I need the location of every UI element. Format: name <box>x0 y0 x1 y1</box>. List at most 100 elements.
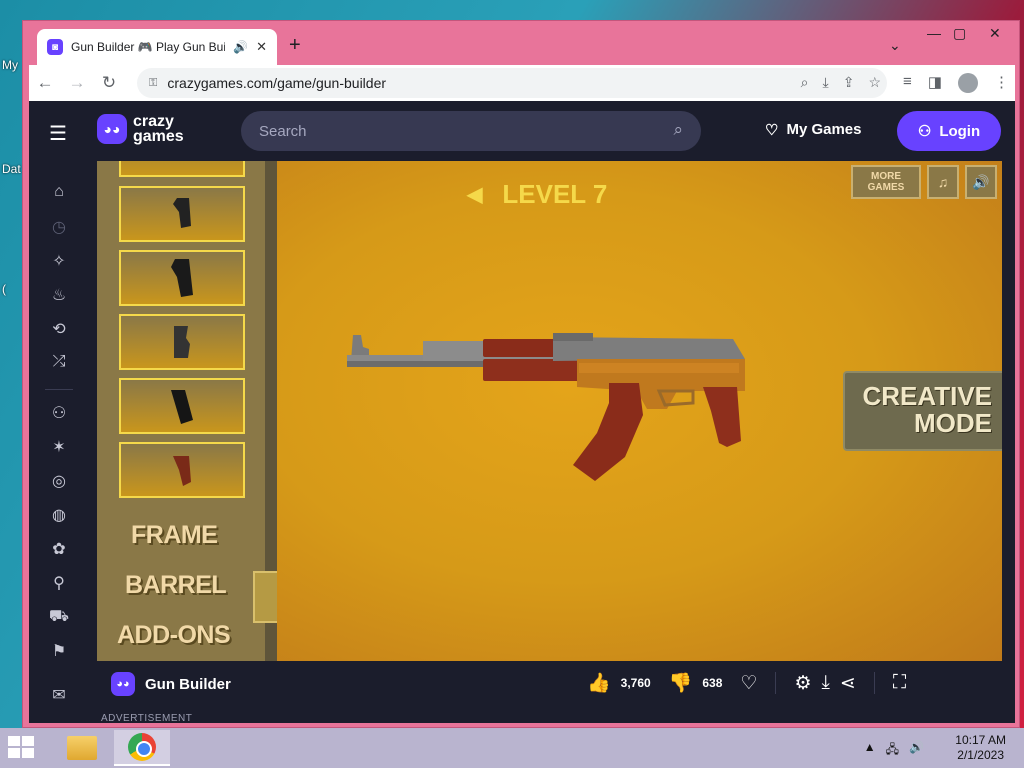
new-games-icon[interactable]: ✧ <box>47 251 71 275</box>
tray-overflow-icon[interactable]: ▲ <box>864 740 876 761</box>
updated-icon[interactable]: ⟲ <box>47 319 71 343</box>
address-bar[interactable]: ⚿ crazygames.com/game/gun-builder ⌕ ⤓ ⇪ … <box>137 68 887 98</box>
footer-divider <box>775 672 777 694</box>
clock-date: 2/1/2023 <box>957 748 1004 762</box>
back-icon[interactable]: ← <box>29 73 61 93</box>
search-icon[interactable]: ⌕ <box>673 120 683 140</box>
login-button[interactable]: ⚇ Login <box>897 111 1001 151</box>
part-slot[interactable] <box>119 186 245 242</box>
profile-avatar-icon[interactable] <box>958 73 978 93</box>
close-window-icon[interactable]: ✕ <box>989 25 1001 42</box>
random-shuffle-icon[interactable]: ⤮ <box>47 353 71 377</box>
crazygames-logo-icon: ◕◕ <box>97 114 127 144</box>
adventure-compass-icon[interactable]: ◎ <box>47 471 71 495</box>
thumbs-up-icon[interactable]: 👍 <box>587 671 611 695</box>
desktop-icon-label[interactable]: My <box>2 58 18 72</box>
volume-icon[interactable]: 🔊 <box>909 740 924 761</box>
browser-tab[interactable]: ◙ Gun Builder 🎮 Play Gun Builder 🔊 ✕ <box>37 29 277 65</box>
favorite-heart-icon[interactable]: ♡ <box>740 672 757 695</box>
bookmark-star-icon[interactable]: ☆ <box>868 74 881 91</box>
category-add-ons[interactable]: ADD-ONS <box>117 621 231 650</box>
speaker-icon[interactable]: 🔊 <box>233 40 248 54</box>
crazygames-favicon-icon: ◙ <box>47 39 63 55</box>
sound-toggle-icon[interactable]: 🔊 <box>965 165 997 199</box>
system-tray: ▲ 🖧 🔊 <box>864 740 924 761</box>
grip-part-icon <box>162 161 202 164</box>
controller-icon[interactable]: ⚑ <box>47 641 71 665</box>
site-info-icon[interactable]: ⚿ <box>149 77 157 90</box>
category-frame[interactable]: FRAME <box>131 521 218 550</box>
logo-text-line1: crazy <box>133 113 174 130</box>
part-slot[interactable] <box>119 442 245 498</box>
crazygames-logo[interactable]: ◕◕ crazy games <box>97 113 184 145</box>
sidebar-divider <box>45 389 73 390</box>
download-icon[interactable]: ⤓ <box>822 672 830 694</box>
chrome-icon[interactable] <box>114 730 170 766</box>
zoom-search-icon[interactable]: ⌕ <box>801 74 809 91</box>
new-tab-icon[interactable]: + <box>289 34 301 57</box>
maximize-icon[interactable]: ▢ <box>953 25 966 42</box>
home-icon[interactable]: ⌂ <box>47 183 71 207</box>
contact-mail-icon[interactable]: ✉ <box>47 685 71 709</box>
creative-mode-line2: MODE <box>914 408 992 438</box>
media-controls-icon[interactable]: ≡ <box>903 73 912 93</box>
recent-icon[interactable]: ◷ <box>47 217 71 241</box>
menu-kebab-icon[interactable]: ⋮ <box>994 73 1009 93</box>
forward-icon[interactable]: → <box>61 73 93 93</box>
url-text: crazygames.com/game/gun-builder <box>167 75 387 91</box>
parts-panel: FRAME BARREL ADD-ONS <box>97 161 285 661</box>
tab-title: Gun Builder 🎮 Play Gun Builder <box>71 40 226 54</box>
previous-level-arrow-icon[interactable]: ◀ <box>467 182 482 207</box>
build-stage[interactable]: ◀ LEVEL 7 MORE GAMES ♫ 🔊 CREATIVE MODE <box>277 161 1002 661</box>
windows-start-icon[interactable] <box>8 736 36 760</box>
car-icon[interactable]: ⛟ <box>47 607 71 631</box>
assembled-rifle <box>347 333 745 481</box>
tab-search-icon[interactable]: ⌄ <box>889 37 901 54</box>
desktop-icon-label[interactable]: ( <box>2 282 6 296</box>
thumbs-down-icon[interactable]: 👎 <box>669 671 693 695</box>
basketball-icon[interactable]: ◍ <box>47 505 71 529</box>
desktop-icon-label[interactable]: Dat <box>2 162 21 176</box>
heart-icon: ♡ <box>765 122 779 139</box>
creative-mode-button[interactable]: CREATIVE MODE <box>843 371 1002 451</box>
network-icon[interactable]: 🖧 <box>886 740 899 761</box>
casual-flower-icon[interactable]: ✿ <box>47 539 71 563</box>
trending-fire-icon[interactable]: ♨ <box>47 285 71 309</box>
action-icon[interactable]: ✶ <box>47 437 71 461</box>
user-icon: ⚇ <box>917 123 932 140</box>
sidebar-nav: ⌂ ◷ ✧ ♨ ⟲ ⤮ ⚇ ✶ ◎ ◍ ✿ ⚲ ⛟ ⚑ ✉ <box>29 161 89 723</box>
footer-divider <box>873 672 875 694</box>
search-placeholder: Search <box>259 122 307 140</box>
windows-taskbar: ▲ 🖧 🔊 10:17 AM 2/1/2023 <box>0 728 1024 768</box>
share-icon[interactable]: ⇪ <box>843 74 855 91</box>
dislikes-count: 638 <box>702 676 723 690</box>
game-title: Gun Builder <box>145 675 231 693</box>
game-canvas[interactable]: FRAME BARREL ADD-ONS ◀ LEVEL 7 MORE GAME… <box>97 161 1002 661</box>
part-slot[interactable] <box>119 250 245 306</box>
install-app-icon[interactable]: ⤓ <box>823 74 829 91</box>
close-tab-icon[interactable]: ✕ <box>256 39 267 55</box>
music-toggle-icon[interactable]: ♫ <box>927 165 959 199</box>
reload-icon[interactable]: ↻ <box>93 73 125 93</box>
share-icon[interactable]: ⋖ <box>840 672 856 695</box>
search-input[interactable]: Search ⌕ <box>241 111 701 151</box>
file-explorer-icon[interactable] <box>54 730 110 766</box>
category-barrel[interactable]: BARREL <box>125 571 227 600</box>
part-slot[interactable] <box>119 378 245 434</box>
side-panel-icon[interactable]: ◨ <box>928 73 942 93</box>
part-slot[interactable] <box>119 161 245 177</box>
system-clock[interactable]: 10:17 AM 2/1/2023 <box>955 733 1006 763</box>
part-slot[interactable] <box>119 314 245 370</box>
grip-part-icon <box>173 198 191 228</box>
report-bug-icon[interactable]: ⚙ <box>794 672 811 695</box>
minimize-icon[interactable]: — <box>927 25 941 41</box>
bike-icon[interactable]: ⚲ <box>47 573 71 597</box>
browser-window: ◙ Gun Builder 🎮 Play Gun Builder 🔊 ✕ + ⌄… <box>22 20 1020 728</box>
fullscreen-icon[interactable]: ⛶ <box>893 672 906 694</box>
my-games-link[interactable]: ♡ My Games <box>765 121 862 139</box>
likes-count: 3,760 <box>620 676 651 690</box>
logo-text-line2: games <box>133 128 184 145</box>
more-games-button[interactable]: MORE GAMES <box>851 165 921 199</box>
menu-toggle-icon[interactable]: ☰ <box>49 121 67 146</box>
multiplayer-icon[interactable]: ⚇ <box>47 403 71 427</box>
